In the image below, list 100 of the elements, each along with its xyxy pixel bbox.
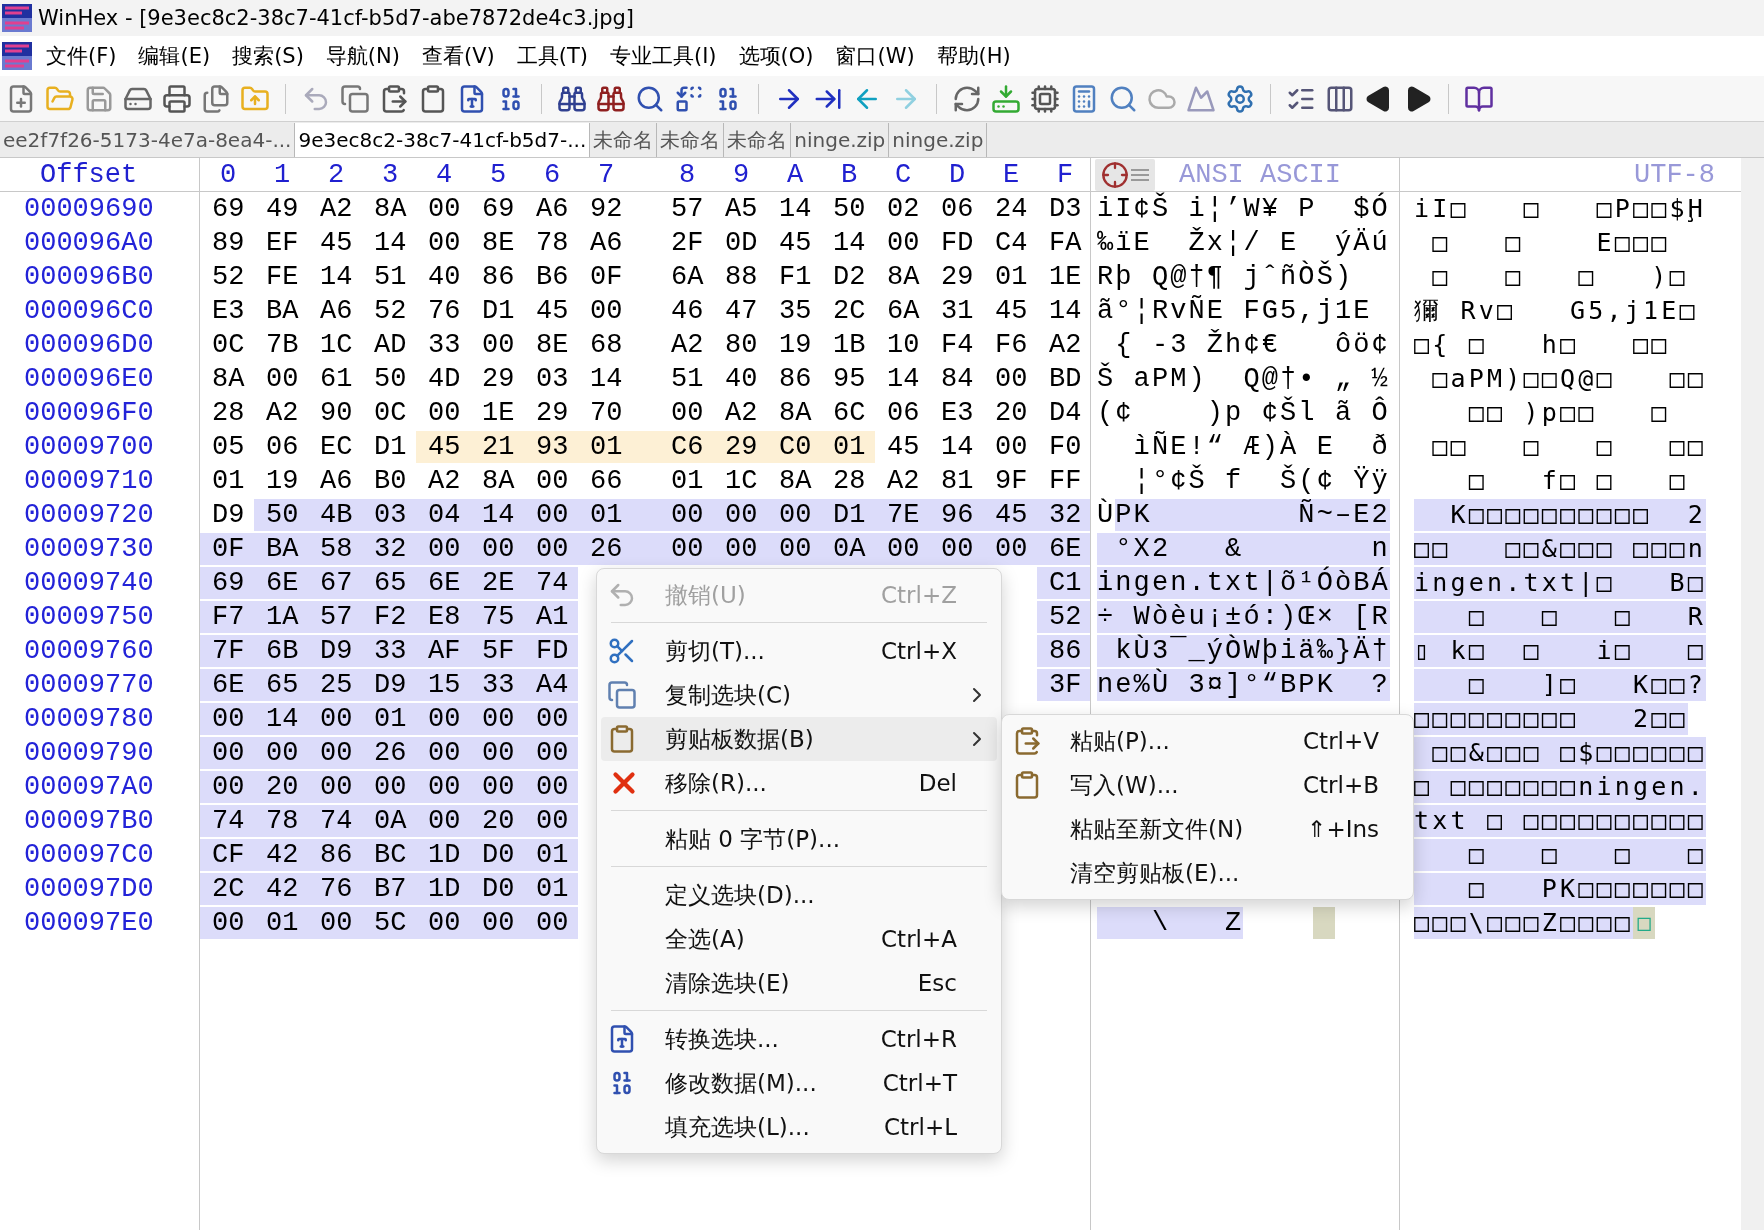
- file-tab[interactable]: 未命名: [724, 123, 792, 157]
- drive-down-icon[interactable]: [991, 83, 1021, 114]
- hex-byte: 00: [713, 499, 767, 531]
- file-tab[interactable]: 未命名: [590, 123, 658, 157]
- hex-byte: 29: [940, 261, 975, 293]
- hex-byte: 00: [524, 499, 578, 531]
- hex-byte: 14: [886, 363, 921, 395]
- hex-byte: C6: [659, 431, 713, 463]
- printer-icon[interactable]: [162, 83, 192, 114]
- menu-item[interactable]: 编辑(E): [130, 38, 219, 74]
- context-menu-item[interactable]: 修改数据(M)... Ctrl+T: [601, 1061, 997, 1105]
- context-menu-item[interactable]: 转换选块... Ctrl+R: [601, 1017, 997, 1061]
- menu-item[interactable]: 窗口(W): [827, 38, 923, 74]
- menu-item[interactable]: 工具(T): [508, 38, 596, 74]
- hex-byte: 03: [362, 499, 416, 531]
- hex-byte: 00: [886, 227, 921, 259]
- hex-byte: 1C: [724, 465, 759, 497]
- hex-byte: 50: [832, 193, 867, 225]
- hex-byte: 42: [254, 873, 308, 905]
- menu-item[interactable]: 查看(V): [413, 38, 503, 74]
- offset-cell-text: 000096A0: [23, 228, 154, 258]
- hex-byte: 52: [373, 295, 408, 327]
- context-menu-item[interactable]: 全选(A) Ctrl+A: [601, 917, 997, 961]
- submenu-item[interactable]: 粘贴(P)... Ctrl+V: [1006, 719, 1409, 763]
- menu-item[interactable]: 搜索(S): [224, 38, 312, 74]
- hex-byte: 00: [524, 907, 578, 939]
- hex-byte: 8E: [481, 227, 516, 259]
- submenu-item[interactable]: 粘贴至新文件(N) ⇑+Ins: [1006, 807, 1409, 851]
- menu-item[interactable]: 导航(N): [317, 38, 408, 74]
- column-header: F: [1056, 159, 1075, 190]
- hex-byte: 2C: [200, 873, 254, 905]
- crosshair-button[interactable]: [1095, 158, 1155, 191]
- hex-byte: 45: [994, 295, 1029, 327]
- offset-cell-text: 00009770: [23, 670, 154, 700]
- file-tab[interactable]: 未命名: [657, 123, 725, 157]
- ansi-text: ã°¦RvÑE FG5,j1E: [1097, 295, 1372, 327]
- hex-byte: 32: [1037, 499, 1090, 531]
- submenu-item[interactable]: 写入(W)... Ctrl+B: [1006, 763, 1409, 807]
- context-menu-item[interactable]: 定义选块(D)...: [601, 873, 997, 917]
- menu-item[interactable]: 专业工具(I): [601, 38, 725, 74]
- files-icon[interactable]: [201, 83, 231, 114]
- hex-byte: 00: [524, 737, 578, 769]
- file-tab[interactable]: 9e3ec8c2-38c7-41cf-b5d7-...: [295, 123, 591, 157]
- settings-icon[interactable]: [1225, 83, 1255, 114]
- context-menu-item[interactable]: 填充选块(L)... Ctrl+L: [601, 1105, 997, 1149]
- hex-byte: 68: [589, 329, 624, 361]
- offset-cell-text: 000097A0: [23, 772, 154, 802]
- offset-cell-text: 000096E0: [23, 364, 154, 394]
- ansi-text: ¦°¢Š f Š(¢ Ÿÿ: [1132, 465, 1390, 497]
- scrollbar[interactable]: [1741, 158, 1764, 1230]
- hex-byte: 0F: [589, 261, 624, 293]
- utf8-text: □aPM)□□Q@□ □□: [1431, 363, 1707, 395]
- menu-item[interactable]: 帮助(H): [928, 38, 1019, 74]
- hex-byte: 6E: [200, 669, 254, 701]
- utf8-text: K□□□□□□□□□□ 2: [1414, 499, 1707, 531]
- app-logo-icon: [2, 4, 32, 32]
- hex-byte: A6: [535, 193, 570, 225]
- offset-cell-text: 000096D0: [23, 330, 154, 360]
- hex-byte: 0F: [200, 533, 254, 565]
- hex-byte: 45: [416, 431, 470, 463]
- hex-byte: EC: [319, 431, 354, 463]
- column-header: 9: [732, 159, 751, 190]
- offset-cell-text: 00009740: [23, 568, 154, 598]
- offset-cell-text: 00009790: [23, 738, 154, 768]
- hex-byte: 86: [481, 261, 516, 293]
- ansi-text: (¢ )p ¢Šl ã Ô: [1097, 397, 1390, 429]
- offset-cell-text: 00009700: [23, 432, 154, 462]
- utf8-text: □{ □ h□ □□: [1414, 329, 1670, 361]
- ansi-text: { -3 Žh¢€ ôö¢: [1114, 329, 1390, 361]
- context-menu-item[interactable]: 复制选块(C): [601, 673, 997, 717]
- menu-item[interactable]: 选项(O): [730, 38, 822, 74]
- context-menu-item[interactable]: 剪贴板数据(B): [601, 717, 997, 761]
- hex-byte: 0D: [724, 227, 759, 259]
- hex-byte: 00: [416, 771, 470, 803]
- context-menu-item[interactable]: 剪切(T)... Ctrl+X: [601, 629, 997, 673]
- hex-byte: 47: [724, 295, 759, 327]
- hex-byte: F2: [362, 601, 416, 633]
- hex-byte: 1D: [416, 873, 470, 905]
- hex-byte: 29: [535, 397, 570, 429]
- chip-icon[interactable]: [1030, 83, 1060, 114]
- hex-byte: 33: [427, 329, 462, 361]
- ansi-text: Ù: [1097, 499, 1116, 531]
- hex-byte: 28: [832, 465, 867, 497]
- hex-byte: 14: [319, 261, 354, 293]
- menu-item[interactable]: 文件(F): [38, 38, 125, 74]
- submenu-item[interactable]: 清空剪贴板(E)...: [1006, 851, 1409, 895]
- lines-icon: [1131, 166, 1149, 183]
- copy-icon[interactable]: [340, 83, 370, 114]
- offset-cell-text: 000096B0: [23, 262, 154, 292]
- ansi-text: Š aPM) Q@†• „ ½: [1097, 363, 1390, 395]
- hex-byte: E3: [211, 295, 246, 327]
- column-header: 1: [273, 159, 292, 190]
- ansi-text: ne%Ù 3¤]°“BPK ?: [1097, 669, 1390, 701]
- hex-byte: 00: [470, 703, 524, 735]
- hex-byte: 4D: [427, 363, 462, 395]
- hex-byte: 00: [524, 771, 578, 803]
- hex-byte: 88: [724, 261, 759, 293]
- hex-byte: D9: [211, 499, 246, 531]
- hex-byte: 21: [470, 431, 524, 463]
- hex-byte: 01: [578, 499, 659, 531]
